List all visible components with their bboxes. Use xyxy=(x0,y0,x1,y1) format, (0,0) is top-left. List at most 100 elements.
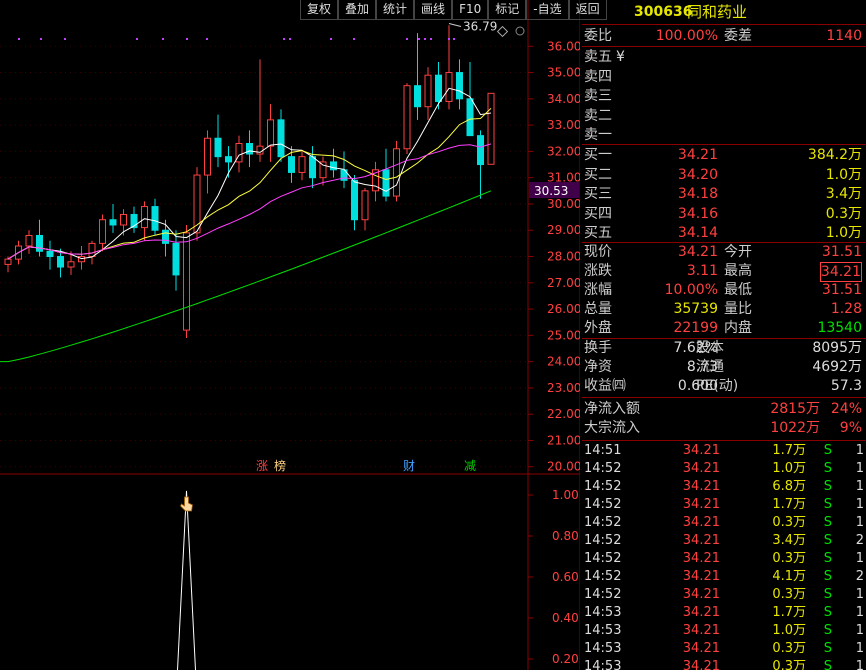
event-tag[interactable]: 减 xyxy=(464,459,476,473)
tick-row: 14:53 34.21 0.3万 S 1 xyxy=(582,640,866,658)
toolbar-btn-3[interactable]: 画线 xyxy=(414,0,453,20)
signal-dot xyxy=(64,38,66,40)
tick-side: S xyxy=(823,641,832,656)
tick-time: 14:52 xyxy=(584,587,622,602)
tick-row: 14:52 34.21 1.0万 S 1 xyxy=(582,460,866,478)
signal-dot xyxy=(162,38,164,40)
tick-side: S xyxy=(823,533,832,548)
tick-side: S xyxy=(823,569,832,584)
chart-toolbar: 复权 叠加 统计 画线 F10 标记 -自选 返回 xyxy=(300,0,607,20)
candle xyxy=(246,130,253,168)
tick-row: 14:51 34.21 1.7万 S 1 xyxy=(582,442,866,460)
event-tag[interactable]: 财 xyxy=(403,459,415,473)
tick-price: 34.21 xyxy=(682,461,720,476)
tick-count: 2 xyxy=(855,569,864,584)
tick-row: 14:52 34.21 0.3万 S 1 xyxy=(582,514,866,532)
tick-volume: 1.0万 xyxy=(772,461,806,476)
weibi-value: 100.00% xyxy=(655,28,718,44)
tick-price: 34.21 xyxy=(682,533,720,548)
kline-chart[interactable]: 36.0035.0034.0033.0032.0031.0030.0029.00… xyxy=(0,0,580,670)
sell-label: 卖五 xyxy=(584,49,612,65)
sell-row-3: 卖二 xyxy=(582,107,864,125)
buy-row-3: 买四 34.16 0.3万 xyxy=(582,205,864,223)
chart-area[interactable]: 36.00 35.00 34.00 33.00 32.00 31.00 30.00 29.00… xyxy=(0,0,580,670)
buy-volume: 384.2万 xyxy=(807,147,862,163)
event-tag[interactable]: 榜 xyxy=(274,458,286,473)
tick-price: 34.21 xyxy=(682,551,720,566)
candle xyxy=(99,214,106,252)
stat-value: 57.3 xyxy=(830,378,862,394)
event-tag[interactable]: 涨 xyxy=(256,458,268,473)
tick-time: 14:52 xyxy=(584,533,622,548)
candle xyxy=(424,67,432,120)
stock-header: 300636 同和药业 xyxy=(582,3,864,21)
tick-row: 14:53 34.21 0.3万 S 1 xyxy=(582,658,866,670)
signal-dot xyxy=(136,38,138,40)
tick-row: 14:52 34.21 1.7万 S 1 xyxy=(582,496,866,514)
price-tick-label: 20.00 xyxy=(547,460,580,474)
stat-label: 今开 xyxy=(724,244,752,260)
tick-count: 1 xyxy=(855,605,864,620)
buy-volume: 0.3万 xyxy=(825,205,862,222)
tick-side: S xyxy=(823,461,832,476)
signal-dot xyxy=(40,38,42,40)
stat-label: 现价 xyxy=(584,244,612,260)
stat-value: 31.51 xyxy=(821,244,862,260)
signal-dot xyxy=(430,38,432,40)
tick-row: 14:53 34.21 1.7万 S 1 xyxy=(582,604,866,622)
tick-side: S xyxy=(823,587,832,602)
tick-volume: 0.3万 xyxy=(772,551,806,566)
tick-time: 14:52 xyxy=(584,461,622,476)
signal-dot xyxy=(418,38,420,40)
price-tick-label: 26.00 xyxy=(547,302,580,316)
price-tick-label: 23.00 xyxy=(547,381,580,395)
flow-label: 净流入额 xyxy=(584,401,640,417)
buy-price: 34.18 xyxy=(677,186,718,202)
diamond-icon[interactable] xyxy=(496,25,509,38)
tick-price: 34.21 xyxy=(682,605,720,620)
stat-row-3: 总量 35739 量比 1.28 xyxy=(582,300,864,318)
signal-dot xyxy=(186,38,188,40)
tick-time: 14:53 xyxy=(584,659,622,670)
toolbar-btn-0[interactable]: 复权 xyxy=(300,0,339,20)
toolbar-btn-4[interactable]: F10 xyxy=(452,0,489,20)
stat-row-1: 涨跌 3.11 最高 34.21 xyxy=(582,262,864,282)
high-annotation: 36.79 xyxy=(463,20,497,34)
toolbar-btn-6[interactable]: -自选 xyxy=(526,0,569,20)
indicator-tick-label: 1.00 xyxy=(552,488,579,502)
candle xyxy=(477,130,484,199)
tick-time: 14:52 xyxy=(584,569,622,584)
toolbar-btn-2[interactable]: 统计 xyxy=(376,0,415,20)
stock-name: 同和药业 xyxy=(687,3,748,21)
tick-count: 1 xyxy=(855,659,864,670)
tick-time: 14:53 xyxy=(584,641,622,656)
buy-label: 买二 xyxy=(584,166,612,183)
tick-side: S xyxy=(823,497,832,512)
tick-side: S xyxy=(823,659,832,670)
stat-value: 31.51 xyxy=(821,282,862,298)
tick-price: 34.21 xyxy=(682,641,720,656)
flow-row-1: 大宗流入 1022万 9% xyxy=(582,419,864,437)
tick-volume: 0.3万 xyxy=(772,659,806,670)
sell-row-2: 卖三 xyxy=(582,87,864,105)
toolbar-btn-5[interactable]: 标记 xyxy=(488,0,527,20)
buy-volume: 1.0万 xyxy=(825,166,862,183)
price-tick-label: 25.00 xyxy=(547,328,580,342)
signal-dot xyxy=(206,38,208,40)
stat-label: 最高 xyxy=(724,263,752,279)
candle xyxy=(172,230,180,291)
candle xyxy=(109,203,117,233)
buy-row-1: 买二 34.20 1.0万 xyxy=(582,166,864,184)
current-price-label: 30.53 xyxy=(534,184,568,198)
candle xyxy=(267,104,274,162)
stat-value: 34.21 xyxy=(677,244,718,260)
circle-icon[interactable] xyxy=(515,26,525,36)
signal-dot xyxy=(330,38,332,40)
signal-dot xyxy=(406,38,408,40)
buy-price: 34.20 xyxy=(677,166,718,183)
indicator-tick-label: 0.40 xyxy=(552,611,579,625)
tick-volume: 6.8万 xyxy=(772,479,806,494)
toolbar-btn-1[interactable]: 叠加 xyxy=(338,0,377,20)
tick-row: 14:52 34.21 0.3万 S 1 xyxy=(582,586,866,604)
stat-value: 34.21 xyxy=(819,262,862,282)
